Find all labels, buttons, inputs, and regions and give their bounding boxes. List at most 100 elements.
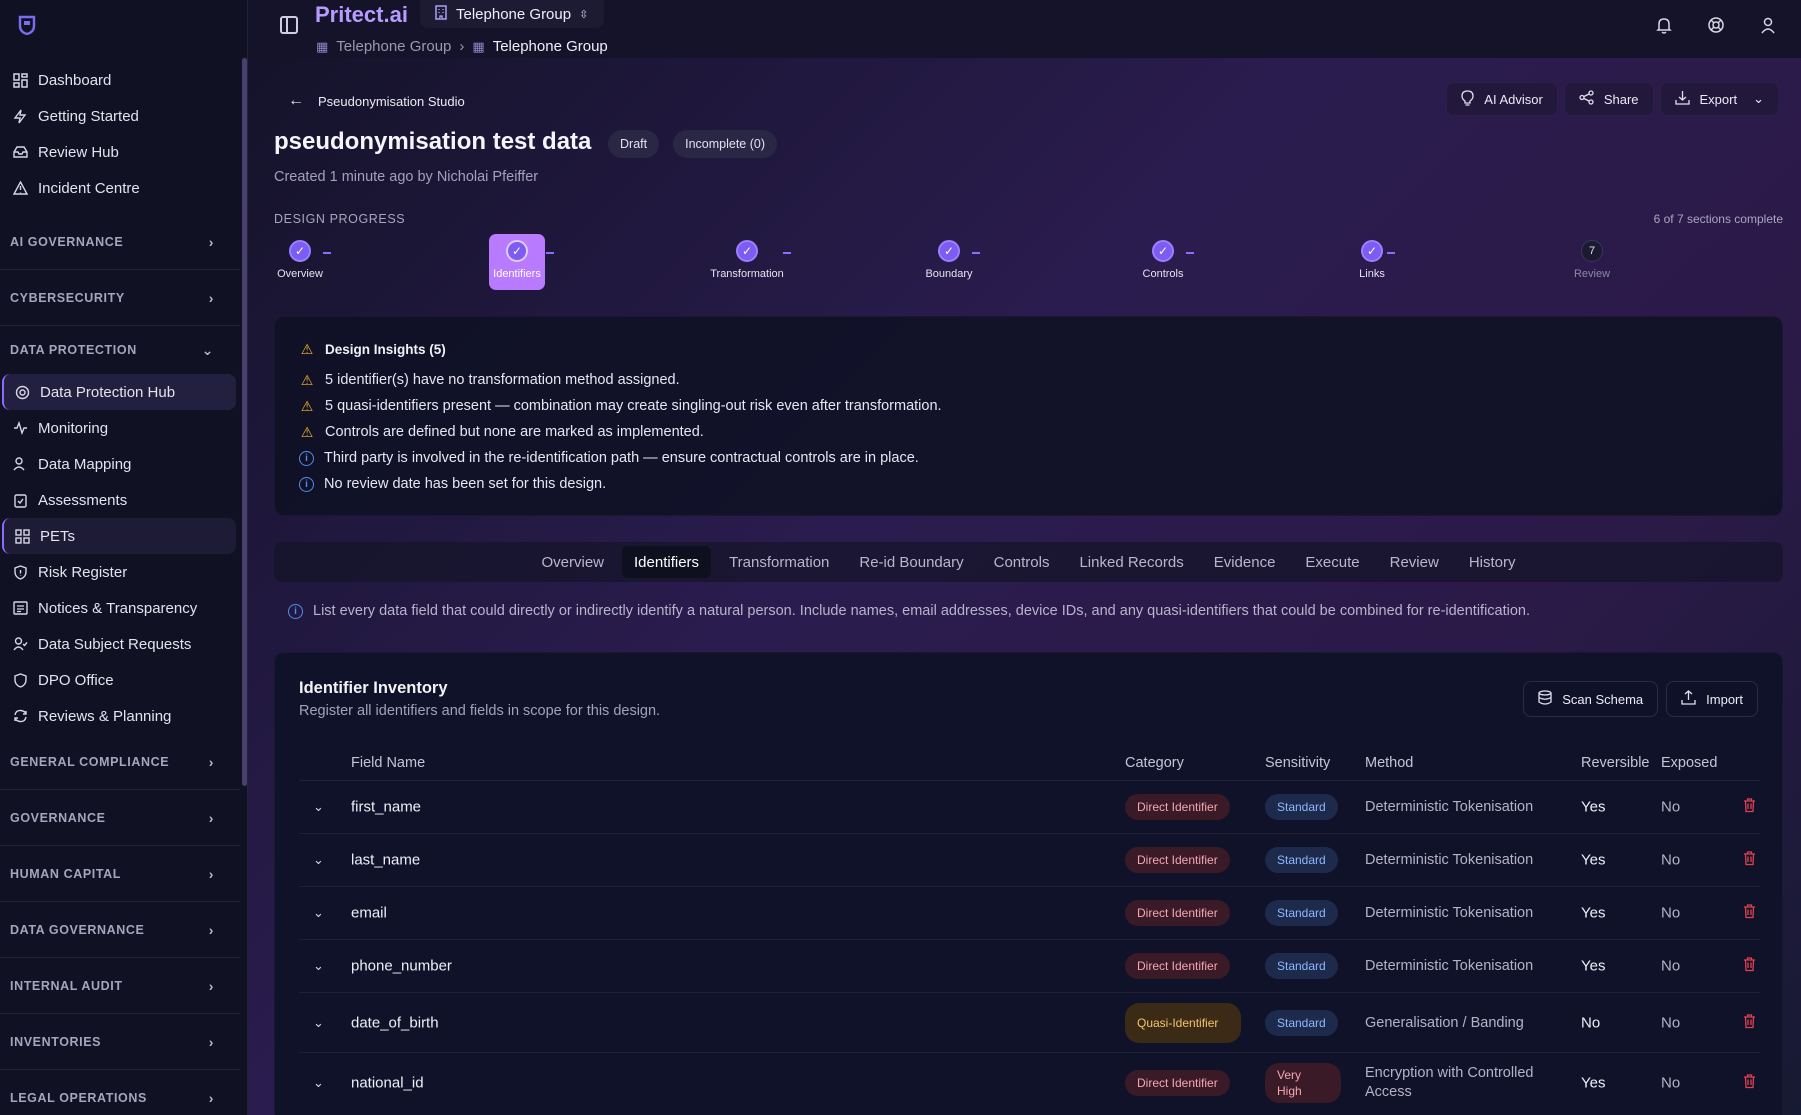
table-row[interactable]: ⌄ phone_number Direct Identifier Standar… <box>299 940 1760 993</box>
tab-review[interactable]: Review <box>1378 546 1451 578</box>
chevron-down-icon[interactable]: ⌄ <box>313 1015 324 1031</box>
step-controls[interactable]: ✓ Controls <box>1118 234 1208 280</box>
sidebar-section-general-compliance[interactable]: GENERAL COMPLIANCE › <box>0 734 240 790</box>
help-icon[interactable] <box>1705 14 1727 36</box>
step-boundary[interactable]: ✓ Boundary <box>904 234 994 280</box>
chevron-down-icon[interactable]: ⌄ <box>313 905 324 921</box>
tab-controls[interactable]: Controls <box>982 546 1062 578</box>
warning-icon: ⚠ <box>300 397 314 414</box>
sidebar-item-dpo-office[interactable]: DPO Office <box>2 662 236 698</box>
share-button[interactable]: Share <box>1563 82 1654 116</box>
user-icon[interactable] <box>1757 14 1779 36</box>
step-connector <box>1186 252 1194 254</box>
status-badge-incomplete: Incomplete (0) <box>673 130 777 158</box>
activity-icon <box>12 420 28 436</box>
sidebar-section-legal-operations[interactable]: LEGAL OPERATIONS › <box>0 1070 240 1115</box>
column-header-sensitivity[interactable]: Sensitivity <box>1265 755 1330 771</box>
sidebar-item-reviews-planning[interactable]: Reviews & Planning <box>2 698 236 734</box>
sidebar-section-data-governance[interactable]: DATA GOVERNANCE › <box>0 902 240 958</box>
table-row[interactable]: ⌄ date_of_birth Quasi-Identifier Standar… <box>299 993 1760 1053</box>
back-link-label: Pseudonymisation Studio <box>318 93 465 109</box>
table-row[interactable]: ⌄ last_name Direct Identifier Standard D… <box>299 834 1760 887</box>
tab-evidence[interactable]: Evidence <box>1202 546 1288 578</box>
info-icon: i <box>299 450 314 466</box>
sidebar-item-monitoring[interactable]: Monitoring <box>2 410 236 446</box>
import-button[interactable]: Import <box>1666 681 1758 717</box>
warning-icon: ⚠ <box>300 423 314 440</box>
table-row[interactable]: ⌄ first_name Direct Identifier Standard … <box>299 781 1760 834</box>
chevron-down-icon[interactable]: ⌄ <box>313 799 324 815</box>
tab-overview[interactable]: Overview <box>530 546 617 578</box>
sidebar-item-dsr[interactable]: Data Subject Requests <box>2 626 236 662</box>
sidebar-item-pets[interactable]: PETs <box>2 518 236 554</box>
trash-icon[interactable] <box>1743 1074 1756 1093</box>
sidebar-toggle-icon[interactable] <box>280 16 298 34</box>
org-switcher[interactable]: Telephone Group ⇳ <box>420 0 605 28</box>
step-links[interactable]: ✓ Links <box>1327 234 1417 280</box>
tab-identifiers[interactable]: Identifiers <box>622 546 712 578</box>
sidebar-item-assessments[interactable]: Assessments <box>2 482 236 518</box>
column-header-category[interactable]: Category <box>1125 755 1184 771</box>
trash-icon[interactable] <box>1743 904 1756 923</box>
column-header-method[interactable]: Method <box>1365 755 1413 771</box>
chevron-down-icon[interactable]: ⌄ <box>313 852 324 868</box>
tab-history[interactable]: History <box>1457 546 1528 578</box>
sidebar-item-dashboard[interactable]: Dashboard <box>2 62 236 98</box>
sidebar-item-risk-register[interactable]: Risk Register <box>2 554 236 590</box>
trash-icon[interactable] <box>1743 957 1756 976</box>
sidebar-section-internal-audit[interactable]: INTERNAL AUDIT › <box>0 958 240 1014</box>
building-icon <box>434 4 448 24</box>
sidebar-section-data-protection[interactable]: DATA PROTECTION ⌄ <box>0 326 240 374</box>
scan-schema-button[interactable]: Scan Schema <box>1523 681 1659 717</box>
sidebar-item-label: Data Protection Hub <box>40 383 176 401</box>
export-button[interactable]: Export ⌄ <box>1659 82 1779 116</box>
trash-icon[interactable] <box>1743 1013 1756 1032</box>
sidebar-section-inventories[interactable]: INVENTORIES › <box>0 1014 240 1070</box>
tab-re-id-boundary[interactable]: Re-id Boundary <box>847 546 975 578</box>
sensitivity-badge: Standard <box>1265 1009 1338 1036</box>
breadcrumb-item[interactable]: Telephone Group <box>336 38 451 55</box>
step-transformation[interactable]: ✓ Transformation <box>702 234 792 280</box>
logo-icon[interactable] <box>16 14 38 36</box>
sidebar-section-cybersecurity[interactable]: CYBERSECURITY › <box>0 270 240 326</box>
sidebar-item-notices[interactable]: Notices & Transparency <box>2 590 236 626</box>
column-header-exposed[interactable]: Exposed <box>1661 755 1717 771</box>
shield-alert-icon <box>12 564 28 580</box>
tab-linked-records[interactable]: Linked Records <box>1067 546 1195 578</box>
insight-item: ⚠ 5 identifier(s) have no transformation … <box>300 371 680 389</box>
trash-icon[interactable] <box>1743 798 1756 817</box>
bell-icon[interactable] <box>1653 14 1675 36</box>
info-icon: i <box>299 476 314 492</box>
step-review[interactable]: 7 Review <box>1547 234 1637 280</box>
chevron-down-icon[interactable]: ⌄ <box>313 1075 324 1091</box>
back-link[interactable]: ← Pseudonymisation Studio <box>288 92 465 110</box>
target-icon <box>14 384 30 400</box>
table-row[interactable]: ⌄ email Direct Identifier Standard Deter… <box>299 887 1760 940</box>
org-switcher-label: Telephone Group <box>456 5 572 23</box>
main-content: ← Pseudonymisation Studio AI Advisor Sha… <box>248 58 1801 1115</box>
sidebar-section-human-capital[interactable]: HUMAN CAPITAL › <box>0 846 240 902</box>
check-icon: ✓ <box>736 240 758 262</box>
sidebar-item-data-mapping[interactable]: Data Mapping <box>2 446 236 482</box>
step-overview[interactable]: ✓ Overview <box>255 234 345 280</box>
brand-name[interactable]: Pritect.ai <box>315 2 408 28</box>
tab-transformation[interactable]: Transformation <box>717 546 841 578</box>
sidebar-item-review-hub[interactable]: Review Hub <box>2 134 236 170</box>
sidebar-section-governance[interactable]: GOVERNANCE › <box>0 790 240 846</box>
sidebar-item-getting-started[interactable]: Getting Started <box>2 98 236 134</box>
sidebar-item-data-protection-hub[interactable]: Data Protection Hub <box>2 374 236 410</box>
alert-triangle-icon <box>12 180 28 196</box>
table-row[interactable]: ⌄ national_id Direct Identifier Very Hig… <box>299 1053 1760 1113</box>
sidebar-section-ai-governance[interactable]: AI GOVERNANCE › <box>0 214 240 270</box>
trash-icon[interactable] <box>1743 851 1756 870</box>
step-identifiers[interactable]: ✓ Identifiers <box>489 234 545 290</box>
column-header-field[interactable]: Field Name <box>351 755 425 771</box>
sidebar-item-label: DPO Office <box>38 671 114 689</box>
column-header-reversible[interactable]: Reversible <box>1581 755 1650 771</box>
sidebar-item-incident-centre[interactable]: Incident Centre <box>2 170 236 206</box>
ai-advisor-button[interactable]: AI Advisor <box>1446 82 1558 116</box>
info-icon: i <box>288 603 303 619</box>
sidebar-scrollbar[interactable] <box>242 58 247 786</box>
chevron-down-icon[interactable]: ⌄ <box>313 958 324 974</box>
tab-execute[interactable]: Execute <box>1293 546 1371 578</box>
